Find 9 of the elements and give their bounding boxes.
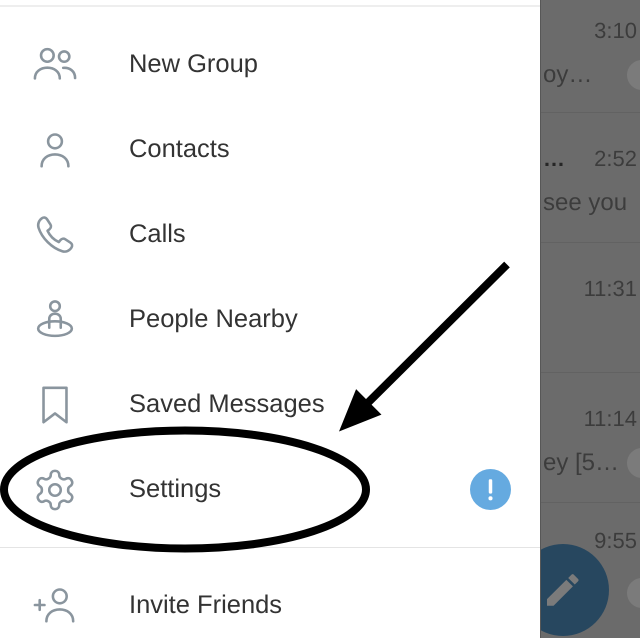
chat-title: … bbox=[543, 144, 565, 172]
pencil-icon bbox=[547, 574, 579, 606]
menu-item[interactable]: Calls bbox=[0, 192, 540, 277]
menu-item[interactable]: New Group bbox=[0, 22, 540, 107]
menu-item[interactable]: Saved Messages bbox=[0, 362, 540, 447]
menu-item[interactable]: Settings bbox=[0, 447, 540, 532]
menu-item[interactable]: Contacts bbox=[0, 107, 540, 192]
menu-item[interactable]: Invite Friends bbox=[0, 572, 540, 638]
menu-item[interactable]: People Nearby bbox=[0, 277, 540, 362]
